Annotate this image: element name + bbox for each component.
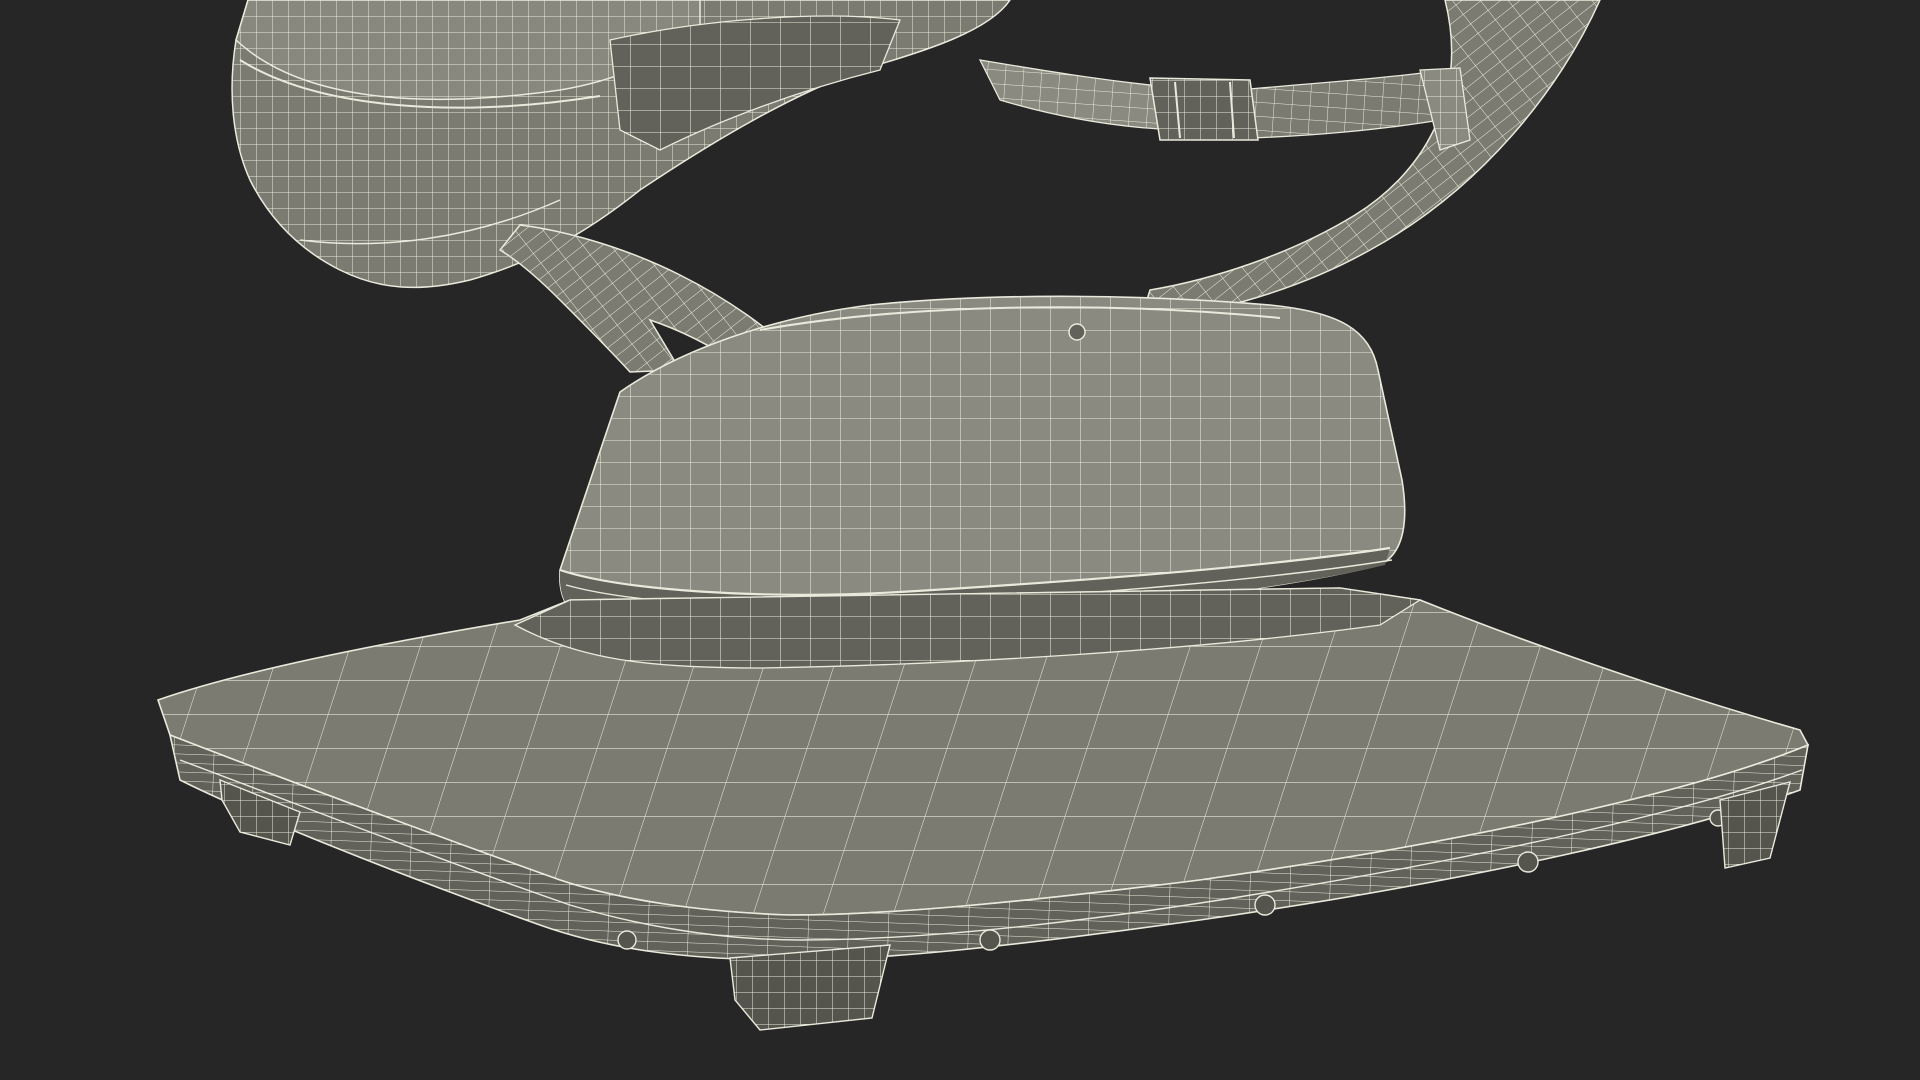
support-arc (1138, 0, 1601, 323)
render-viewport (0, 0, 1920, 1080)
base-platform (156, 587, 1810, 961)
seat-side-panel (609, 15, 901, 151)
screw-hole (1068, 323, 1086, 341)
harness-belt (978, 59, 1471, 151)
base-cover (559, 295, 1406, 633)
wireframe-render (156, 0, 1810, 1031)
buckle (1149, 77, 1259, 141)
